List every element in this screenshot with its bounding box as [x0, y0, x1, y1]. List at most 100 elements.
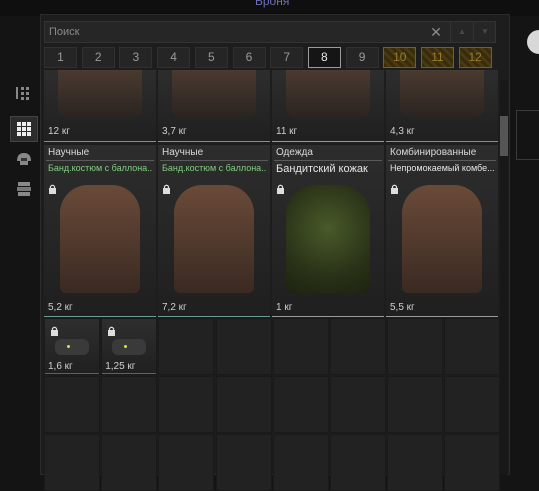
item-rarity-line — [44, 141, 156, 142]
item-rarity-line — [386, 141, 498, 142]
empty-slot[interactable] — [387, 434, 444, 491]
armor-stack-button[interactable] — [10, 176, 38, 202]
item-weight: 7,2 кг — [162, 302, 187, 313]
item-weight: 11 кг — [276, 126, 298, 137]
page-tab-1[interactable]: 1 — [44, 47, 77, 68]
page-tab-11: 11 — [421, 47, 454, 68]
item-name: Банд.костюм с баллона... — [48, 163, 152, 173]
night-vision-image — [55, 339, 89, 355]
empty-slot[interactable] — [444, 376, 501, 433]
armor-image — [286, 70, 370, 118]
lock-icon — [390, 181, 399, 194]
empty-slot[interactable] — [158, 434, 215, 491]
page-tab-9[interactable]: 9 — [345, 47, 379, 68]
empty-slot[interactable] — [330, 434, 386, 491]
sort-down-icon[interactable]: ▼ — [473, 22, 496, 42]
empty-slot[interactable] — [444, 434, 501, 491]
empty-slot[interactable] — [44, 434, 100, 491]
empty-slot[interactable] — [215, 318, 272, 375]
lock-icon — [162, 181, 171, 194]
helmet-button[interactable] — [10, 146, 38, 172]
item-category: Комбинированные — [390, 147, 477, 158]
page-tab-12: 12 — [458, 47, 492, 68]
empty-slot[interactable] — [215, 376, 272, 433]
armor-image — [402, 185, 482, 293]
item-category: Одежда — [276, 147, 313, 158]
item-rarity-line — [45, 373, 99, 374]
scrollbar-thumb[interactable] — [500, 116, 508, 156]
empty-slot[interactable] — [101, 434, 158, 491]
night-vision-image — [112, 339, 147, 355]
armor-stack-icon — [17, 182, 31, 196]
lock-icon — [50, 323, 59, 336]
category-divider — [160, 160, 268, 161]
item-rarity-line — [158, 316, 270, 317]
sort-list-button[interactable] — [10, 80, 38, 106]
page-tab-7[interactable]: 7 — [270, 47, 304, 68]
empty-slot[interactable] — [272, 434, 329, 491]
item-name: Бандитский кожак — [276, 163, 368, 175]
lock-icon — [107, 323, 116, 336]
empty-slot[interactable] — [330, 318, 386, 375]
sort-up-icon[interactable]: ▲ — [450, 22, 473, 42]
page-tab-5[interactable]: 5 — [194, 47, 228, 68]
armor-image — [286, 185, 370, 293]
empty-slot[interactable] — [101, 376, 158, 433]
item-weight: 5,5 кг — [390, 302, 415, 313]
page-tab-6[interactable]: 6 — [232, 47, 266, 68]
empty-slot[interactable] — [444, 318, 501, 375]
armor-image — [58, 70, 142, 118]
item-rarity-line — [386, 316, 498, 317]
item-weight: 1 кг — [276, 302, 293, 313]
item-category: Научные — [48, 147, 90, 158]
armor-image — [60, 185, 140, 293]
item-rarity-line — [158, 141, 270, 142]
item-name: Банд.костюм с баллона... — [162, 163, 266, 173]
scrollbar[interactable] — [500, 80, 508, 475]
category-divider — [388, 160, 496, 161]
search-input[interactable] — [49, 25, 419, 39]
category-divider — [274, 160, 382, 161]
helmet-icon — [17, 153, 31, 165]
empty-slot[interactable] — [44, 376, 100, 433]
page-tab-4[interactable]: 4 — [157, 47, 191, 68]
empty-slot[interactable] — [158, 318, 215, 375]
armor-image — [174, 185, 254, 293]
sort-list-icon — [16, 87, 29, 100]
empty-slot[interactable] — [272, 318, 329, 375]
empty-slot[interactable] — [272, 376, 329, 433]
item-rarity-line — [272, 141, 384, 142]
grid-view-button[interactable] — [10, 116, 38, 142]
page-tab-8[interactable]: 8 — [307, 47, 341, 68]
empty-slot[interactable] — [215, 434, 272, 491]
category-divider — [46, 160, 154, 161]
search-bar: ✕ ▲ ▼ — [44, 21, 496, 43]
page-tab-10: 10 — [383, 47, 417, 68]
empty-slot[interactable] — [158, 376, 215, 433]
item-weight: 12 кг — [48, 126, 70, 137]
item-category: Научные — [162, 147, 204, 158]
item-weight: 1,25 кг — [105, 361, 136, 372]
lock-icon — [48, 181, 57, 194]
item-weight: 3,7 кг — [162, 126, 187, 137]
close-icon[interactable]: ✕ — [427, 23, 445, 41]
indicator-light — [67, 345, 70, 348]
empty-slot[interactable] — [387, 318, 444, 375]
armor-image — [400, 70, 484, 118]
item-weight: 5,2 кг — [48, 302, 73, 313]
item-rarity-line — [272, 316, 384, 317]
empty-slot[interactable] — [387, 376, 444, 433]
side-panel-toggle[interactable] — [527, 30, 539, 54]
side-panel-edge — [516, 110, 539, 160]
page-tab-3[interactable]: 3 — [119, 47, 153, 68]
empty-slot[interactable] — [330, 376, 386, 433]
item-rarity-line — [102, 373, 157, 374]
page-tab-2[interactable]: 2 — [81, 47, 115, 68]
window-title: Броня — [255, 0, 290, 8]
armor-image — [172, 70, 256, 118]
item-weight: 4,3 кг — [390, 126, 415, 137]
lock-icon — [276, 181, 285, 194]
item-name: Непромокаемый комбе... — [390, 163, 494, 173]
item-weight: 1,6 кг — [48, 361, 73, 372]
grid-view-icon — [17, 122, 31, 136]
